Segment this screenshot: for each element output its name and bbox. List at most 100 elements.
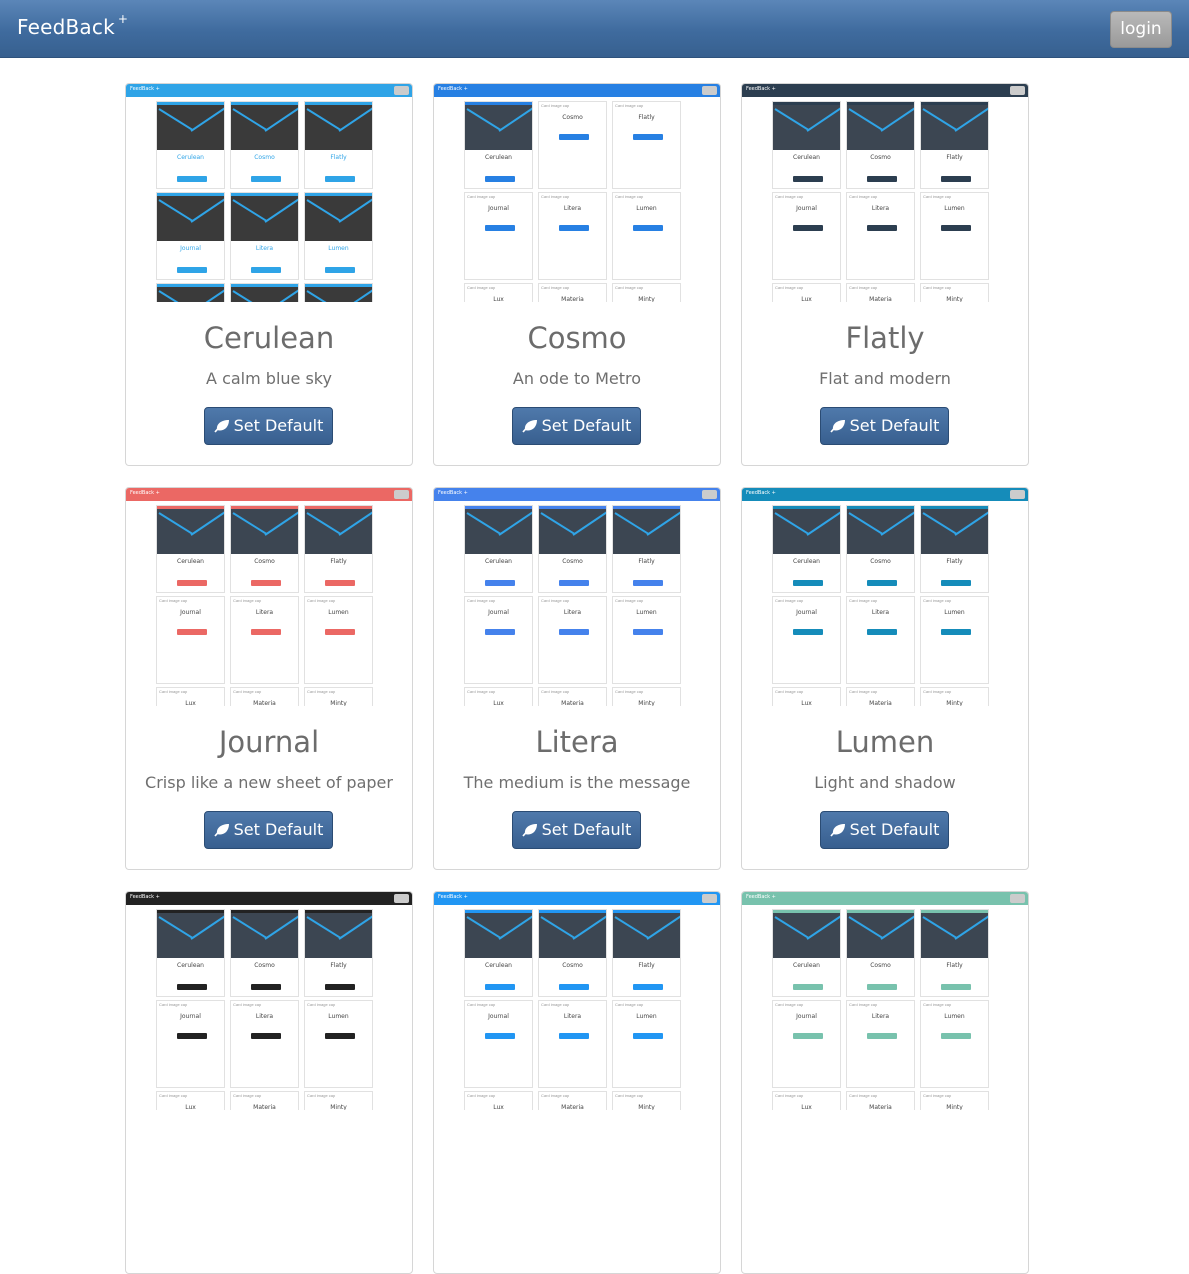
preview-card: Flatly bbox=[304, 505, 373, 593]
leaf-icon bbox=[829, 814, 846, 837]
set-default-button[interactable]: Set Default bbox=[820, 811, 949, 849]
preview-image-placeholder: Card image cap bbox=[467, 689, 496, 694]
set-default-button[interactable]: Set Default bbox=[820, 407, 949, 445]
preview-card: Card image cap Materia bbox=[846, 283, 915, 302]
login-button[interactable]: login bbox=[1110, 11, 1172, 48]
preview-card-button bbox=[941, 176, 971, 182]
preview-card-button bbox=[177, 580, 207, 586]
preview-image-placeholder: Card image cap bbox=[541, 1093, 570, 1098]
preview-card-bar bbox=[157, 910, 224, 913]
preview-image-placeholder: Card image cap bbox=[307, 1093, 336, 1098]
preview-card-image: Card image cap bbox=[305, 1001, 372, 1007]
preview-card-line bbox=[306, 512, 342, 536]
preview-card-title: Materia bbox=[561, 1104, 584, 1110]
preview-card: Lux bbox=[156, 283, 225, 302]
preview-card: Card image cap Litera bbox=[846, 596, 915, 684]
preview-image-placeholder: Card image cap bbox=[775, 598, 804, 603]
preview-card-button bbox=[325, 580, 355, 586]
preview-image-placeholder: Card image cap bbox=[541, 689, 570, 694]
preview-image-placeholder: Card image cap bbox=[849, 689, 878, 694]
preview-card-line bbox=[190, 288, 224, 302]
preview-card-bar bbox=[921, 506, 988, 509]
preview-card-button bbox=[867, 176, 897, 182]
preview-card-button bbox=[941, 1033, 971, 1039]
preview-card-image: Card image cap bbox=[539, 102, 606, 108]
preview-card-button bbox=[793, 629, 823, 635]
preview-card-line bbox=[306, 290, 342, 302]
set-default-button[interactable]: Set Default bbox=[512, 811, 641, 849]
theme-card: FeedBack + Cerulean Cosmo Flatly Card image … bbox=[125, 487, 413, 870]
preview-card: Cerulean bbox=[772, 505, 841, 593]
preview-card-title: Flatly bbox=[330, 154, 347, 161]
preview-brand: FeedBack + bbox=[438, 86, 468, 92]
preview-card-title: Lumen bbox=[944, 1013, 965, 1020]
preview-login bbox=[1010, 86, 1025, 95]
preview-card-image bbox=[921, 910, 988, 958]
preview-card: Cerulean bbox=[464, 101, 533, 189]
preview-card-line bbox=[806, 106, 840, 132]
set-default-button[interactable]: Set Default bbox=[204, 811, 333, 849]
preview-card-title: Lumen bbox=[328, 609, 349, 616]
preview-image-placeholder: Card image cap bbox=[233, 1093, 262, 1098]
preview-card-line bbox=[572, 510, 606, 536]
preview-card-title: Minty bbox=[330, 1104, 347, 1110]
preview-brand: FeedBack + bbox=[746, 894, 776, 900]
preview-card-image: Card image cap bbox=[539, 1001, 606, 1007]
theme-preview: FeedBack + Cerulean Cosmo Flatly Card image … bbox=[434, 488, 720, 706]
preview-card-image: Card image cap bbox=[157, 597, 224, 603]
preview-card-image bbox=[539, 506, 606, 554]
preview-card-title: Lumen bbox=[944, 609, 965, 616]
preview-card-bar bbox=[465, 910, 532, 913]
preview-card-image bbox=[231, 193, 298, 241]
preview-card-title: Journal bbox=[180, 609, 201, 616]
preview-card: Card image cap Litera bbox=[846, 192, 915, 280]
set-default-label: Set Default bbox=[849, 416, 940, 435]
preview-image-placeholder: Card image cap bbox=[233, 1002, 262, 1007]
preview-card-line bbox=[264, 106, 298, 132]
preview-image-placeholder: Card image cap bbox=[541, 598, 570, 603]
preview-card-line bbox=[848, 512, 884, 536]
preview-card-title: Cerulean bbox=[177, 154, 204, 161]
preview-card: Card image cap Flatly bbox=[612, 101, 681, 189]
preview-card-image: Card image cap bbox=[231, 1001, 298, 1007]
preview-card-image: Card image cap bbox=[921, 1001, 988, 1007]
preview-card-image: Card image cap bbox=[305, 1092, 372, 1098]
theme-card: FeedBack + Cerulean Cosmo Flatly Card image … bbox=[741, 891, 1029, 1274]
brand[interactable]: FeedBack + bbox=[17, 12, 128, 39]
preview-image-placeholder: Card image cap bbox=[159, 1002, 188, 1007]
theme-card: FeedBack + Cerulean Cosmo Flatly Card image … bbox=[433, 891, 721, 1274]
preview-card-image: Card image cap bbox=[847, 597, 914, 603]
preview-card: Cerulean bbox=[156, 505, 225, 593]
preview-card-bar bbox=[773, 506, 840, 509]
preview-card: Card image cap Cosmo bbox=[538, 101, 607, 189]
leaf-icon bbox=[213, 814, 230, 837]
preview-card-image bbox=[921, 506, 988, 554]
preview-card-image bbox=[613, 910, 680, 958]
preview-card: Card image cap Lumen bbox=[920, 192, 989, 280]
preview-brand: FeedBack + bbox=[438, 894, 468, 900]
preview-card: Journal bbox=[156, 192, 225, 280]
preview-card-image bbox=[231, 284, 298, 302]
preview-card-bar bbox=[539, 506, 606, 509]
preview-card-bar bbox=[305, 193, 372, 196]
preview-brand: FeedBack + bbox=[130, 490, 160, 496]
set-default-button[interactable]: Set Default bbox=[512, 407, 641, 445]
preview-card-line bbox=[338, 106, 372, 132]
preview-card-image: Card image cap bbox=[539, 193, 606, 199]
preview-card-image bbox=[157, 284, 224, 302]
preview-card-image bbox=[539, 910, 606, 958]
preview-card: Card image cap Lumen bbox=[612, 596, 681, 684]
preview-brand: FeedBack + bbox=[746, 490, 776, 496]
preview-card-image: Card image cap bbox=[773, 1092, 840, 1098]
preview-card-line bbox=[190, 914, 224, 940]
set-default-button[interactable]: Set Default bbox=[204, 407, 333, 445]
preview-card: Cerulean bbox=[156, 909, 225, 997]
preview-brand: FeedBack + bbox=[438, 490, 468, 496]
preview-card-line bbox=[158, 199, 194, 223]
preview-card-title: Minty bbox=[946, 1104, 963, 1110]
preview-card: Card image cap Minty bbox=[920, 687, 989, 706]
preview-card-button bbox=[633, 134, 663, 140]
preview-card: Card image cap Materia bbox=[538, 283, 607, 302]
preview-login bbox=[394, 490, 409, 499]
preview-card-bar bbox=[847, 910, 914, 913]
